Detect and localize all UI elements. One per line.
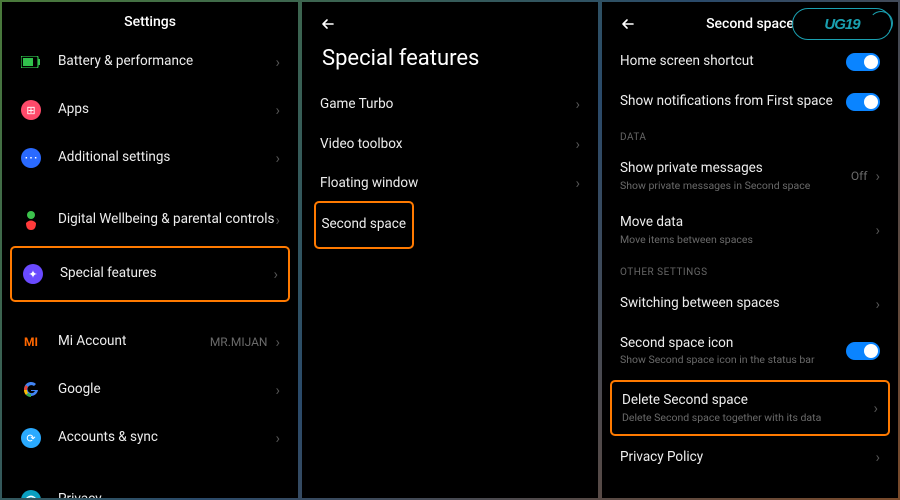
label: Delete Second space (622, 392, 873, 410)
chevron-right-icon: › (875, 450, 880, 465)
settings-list: Battery & performance › ⊞ Apps › ⋯ Addit… (2, 38, 298, 498)
chevron-right-icon: › (275, 151, 280, 166)
item-game-turbo[interactable]: Game Turbo › (302, 85, 598, 125)
item-notifications-first-space[interactable]: Show notifications from First space (602, 82, 898, 122)
label: Apps (58, 101, 275, 119)
label: Privacy (58, 491, 275, 498)
battery-icon (20, 51, 42, 73)
item-home-shortcut[interactable]: Home screen shortcut (602, 42, 898, 82)
subtitle: Show Second space icon in the status bar (620, 354, 846, 367)
item-move-data[interactable]: Move data Move items between spaces › (602, 203, 898, 257)
header: Settings (2, 2, 298, 38)
special-icon: ✦ (22, 263, 44, 285)
label: Video toolbox (320, 136, 575, 154)
chevron-right-icon: › (275, 431, 280, 446)
subtitle: Move items between spaces (620, 234, 875, 247)
chevron-right-icon: › (275, 103, 280, 118)
item-second-space-icon[interactable]: Second space icon Show Second space icon… (602, 324, 898, 378)
item-special-features[interactable]: ✦ Special features › (12, 248, 288, 300)
chevron-right-icon: › (275, 55, 280, 70)
apps-icon: ⊞ (20, 99, 42, 121)
label: Home screen shortcut (620, 53, 846, 71)
label: Digital Wellbeing & parental controls (58, 211, 275, 229)
settings-panel: Settings Battery & performance › ⊞ Apps … (2, 2, 298, 498)
item-delete-second-space[interactable]: Delete Second space Delete Second space … (612, 382, 888, 434)
item-accounts-sync[interactable]: ⟳ Accounts & sync › (2, 414, 298, 462)
item-additional-settings[interactable]: ⋯ Additional settings › (2, 134, 298, 182)
label: Battery & performance (58, 53, 275, 71)
sync-icon: ⟳ (20, 427, 42, 449)
item-apps[interactable]: ⊞ Apps › (2, 86, 298, 134)
section-other: OTHER SETTINGS (602, 257, 898, 284)
label: Switching between spaces (620, 295, 875, 313)
item-google[interactable]: Google › (2, 366, 298, 414)
chevron-right-icon: › (873, 401, 878, 416)
item-floating-window[interactable]: Floating window › (302, 164, 598, 204)
label: Floating window (320, 175, 575, 193)
toggle-home-shortcut[interactable] (846, 53, 880, 71)
item-video-toolbox[interactable]: Video toolbox › (302, 125, 598, 165)
chevron-right-icon: › (575, 97, 580, 112)
label: Privacy Policy (620, 449, 875, 467)
label: Move data (620, 214, 875, 232)
toggle-notifications[interactable] (846, 93, 880, 111)
label: Special features (60, 265, 273, 283)
watermark-logo: UG19 (792, 8, 892, 40)
label: Show private messages (620, 160, 851, 178)
label: Second space icon (620, 335, 846, 353)
dots-icon: ⋯ (20, 147, 42, 169)
wellbeing-icon (20, 209, 42, 231)
label: Mi Account (58, 333, 210, 351)
second-space-panel: UG19 Second space Home screen shortcut S… (602, 2, 898, 498)
page-title: Settings (38, 14, 262, 30)
label: Game Turbo (320, 96, 575, 114)
header (302, 2, 598, 42)
item-digital-wellbeing[interactable]: Digital Wellbeing & parental controls › (2, 196, 298, 244)
chevron-right-icon: › (275, 213, 280, 228)
section-data: DATA (602, 122, 898, 149)
account-name: MR.MIJAN (210, 335, 268, 349)
back-button[interactable] (318, 14, 338, 34)
item-privacy[interactable]: 👁 Privacy › (2, 476, 298, 498)
features-list: Game Turbo › Video toolbox › Floating wi… (302, 85, 598, 498)
second-space-list: Home screen shortcut Show notifications … (602, 42, 898, 498)
value-off: Off (851, 169, 868, 183)
item-second-space[interactable]: Second space (316, 203, 412, 247)
label: Additional settings (58, 149, 275, 167)
item-mi-account[interactable]: MI Mi Account MR.MIJAN › (2, 318, 298, 366)
subtitle: Delete Second space together with its da… (622, 412, 873, 425)
item-private-messages[interactable]: Show private messages Show private messa… (602, 149, 898, 203)
privacy-icon: 👁 (20, 489, 42, 498)
google-icon (20, 379, 42, 401)
toggle-space-icon[interactable] (846, 342, 880, 360)
label: Second space (322, 216, 406, 234)
chevron-right-icon: › (875, 169, 880, 184)
mi-icon: MI (20, 331, 42, 353)
chevron-right-icon: › (275, 493, 280, 499)
chevron-right-icon: › (875, 223, 880, 238)
chevron-right-icon: › (273, 267, 278, 282)
item-switching-spaces[interactable]: Switching between spaces › (602, 284, 898, 324)
chevron-right-icon: › (275, 335, 280, 350)
page-title: Special features (302, 42, 598, 85)
chevron-right-icon: › (575, 137, 580, 152)
label: Google (58, 381, 275, 399)
label: Show notifications from First space (620, 93, 846, 111)
chevron-right-icon: › (875, 297, 880, 312)
chevron-right-icon: › (575, 176, 580, 191)
special-features-panel: Special features Game Turbo › Video tool… (302, 2, 598, 498)
chevron-right-icon: › (275, 383, 280, 398)
subtitle: Show private messages in Second space (620, 180, 851, 193)
back-button[interactable] (618, 14, 638, 34)
item-battery[interactable]: Battery & performance › (2, 38, 298, 86)
item-privacy-policy[interactable]: Privacy Policy › (602, 438, 898, 478)
label: Accounts & sync (58, 429, 275, 447)
